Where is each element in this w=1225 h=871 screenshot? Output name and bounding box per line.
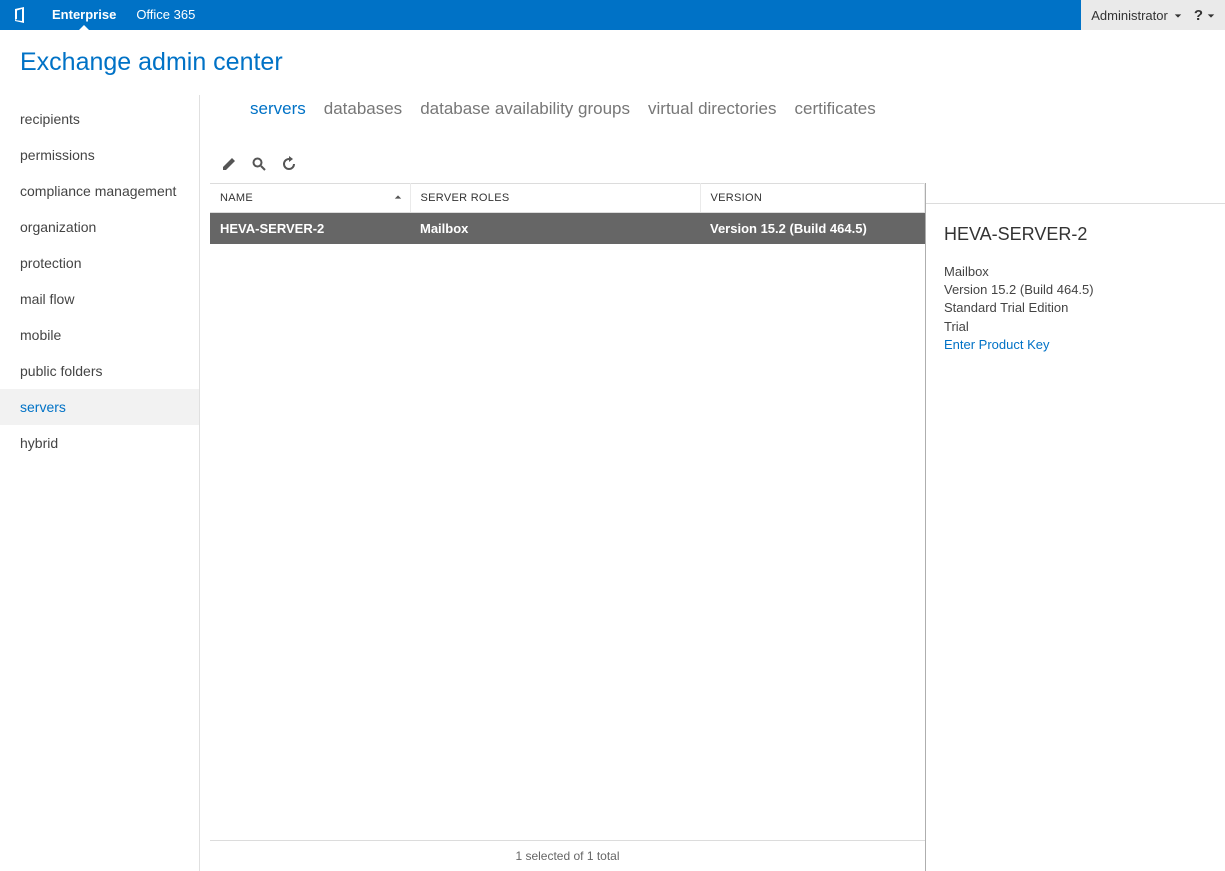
office-logo-icon (6, 0, 34, 30)
sort-asc-icon (394, 192, 402, 204)
top-bar: Enterprise Office 365 Administrator ? (0, 0, 1225, 30)
user-menu[interactable]: Administrator (1091, 8, 1182, 23)
help-menu[interactable]: ? (1194, 7, 1215, 24)
refresh-icon (281, 156, 297, 177)
sidebar-item-protection[interactable]: protection (0, 245, 199, 281)
details-title: HEVA-SERVER-2 (944, 224, 1215, 245)
details-line-role: Mailbox (944, 263, 1215, 281)
caret-down-icon (1174, 8, 1182, 23)
cell-roles: Mailbox (410, 213, 700, 244)
cell-name: HEVA-SERVER-2 (210, 213, 410, 244)
details-line-license: Trial (944, 318, 1215, 336)
sidebar-item-servers[interactable]: servers (0, 389, 199, 425)
content: recipients permissions compliance manage… (0, 95, 1225, 871)
details-divider (926, 203, 1225, 204)
sidebar-item-organization[interactable]: organization (0, 209, 199, 245)
help-icon: ? (1194, 7, 1203, 24)
tab-virtual-directories[interactable]: virtual directories (648, 99, 777, 119)
top-nav: Enterprise Office 365 (42, 0, 205, 30)
search-button[interactable] (250, 157, 268, 175)
table-header-row: NAME SERVER ROLES VERSION (210, 184, 925, 213)
top-tab-enterprise[interactable]: Enterprise (42, 0, 126, 30)
top-right: Administrator ? (1081, 0, 1225, 30)
search-icon (251, 156, 267, 177)
pencil-icon (221, 156, 237, 177)
caret-down-icon (1207, 7, 1215, 24)
server-grid: NAME SERVER ROLES VERSION (210, 183, 925, 871)
details-pane: HEVA-SERVER-2 Mailbox Version 15.2 (Buil… (925, 183, 1225, 871)
col-name[interactable]: NAME (210, 184, 410, 213)
user-label: Administrator (1091, 8, 1168, 23)
edit-button[interactable] (220, 157, 238, 175)
tab-certificates[interactable]: certificates (795, 99, 876, 119)
sidebar-item-public-folders[interactable]: public folders (0, 353, 199, 389)
toolbar (210, 137, 1225, 183)
sidebar-item-recipients[interactable]: recipients (0, 101, 199, 137)
col-server-roles[interactable]: SERVER ROLES (410, 184, 700, 213)
tab-databases[interactable]: databases (324, 99, 402, 119)
sidebar-item-compliance-management[interactable]: compliance management (0, 173, 199, 209)
table-row[interactable]: HEVA-SERVER-2 Mailbox Version 15.2 (Buil… (210, 213, 925, 244)
page-title: Exchange admin center (0, 30, 1225, 95)
tab-servers[interactable]: servers (250, 99, 306, 119)
main: servers databases database availability … (200, 95, 1225, 871)
enter-product-key-link[interactable]: Enter Product Key (944, 337, 1050, 352)
grid-wrap: NAME SERVER ROLES VERSION (210, 183, 1225, 871)
refresh-button[interactable] (280, 157, 298, 175)
sidebar-item-mobile[interactable]: mobile (0, 317, 199, 353)
details-line-edition: Standard Trial Edition (944, 299, 1215, 317)
sidebar: recipients permissions compliance manage… (0, 95, 200, 871)
top-tab-office365[interactable]: Office 365 (126, 0, 205, 30)
details-line-version: Version 15.2 (Build 464.5) (944, 281, 1215, 299)
cell-version: Version 15.2 (Build 464.5) (700, 213, 925, 244)
grid-footer: 1 selected of 1 total (210, 840, 925, 871)
sidebar-item-permissions[interactable]: permissions (0, 137, 199, 173)
content-tabs: servers databases database availability … (210, 95, 1225, 137)
col-version[interactable]: VERSION (700, 184, 925, 213)
sidebar-item-hybrid[interactable]: hybrid (0, 425, 199, 461)
sidebar-item-mail-flow[interactable]: mail flow (0, 281, 199, 317)
tab-dag[interactable]: database availability groups (420, 99, 630, 119)
col-name-label: NAME (220, 192, 253, 204)
